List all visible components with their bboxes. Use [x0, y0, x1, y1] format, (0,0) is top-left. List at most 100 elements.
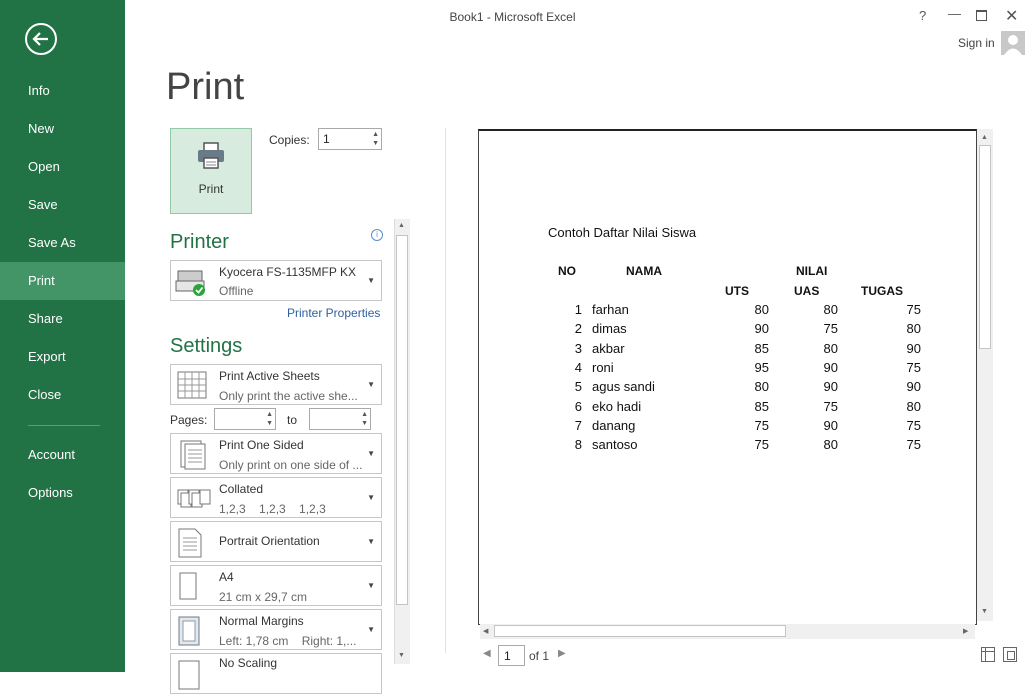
nav-item-close[interactable]: Close — [0, 376, 125, 414]
nav-item-info[interactable]: Info — [0, 72, 125, 110]
spin-up-icon[interactable]: ▲ — [361, 411, 368, 419]
copies-label: Copies: — [269, 133, 310, 147]
header-tugas: TUGAS — [861, 284, 903, 298]
cell-uts: 85 — [754, 398, 769, 414]
copies-stepper[interactable]: 1 ▲ ▼ — [318, 128, 382, 150]
cell-tugas: 80 — [906, 398, 921, 414]
scroll-left-icon[interactable]: ◀ — [483, 627, 488, 635]
show-margins-icon[interactable] — [981, 647, 995, 662]
spin-up-icon[interactable]: ▲ — [372, 131, 379, 139]
collation-main: Collated — [219, 482, 264, 496]
avatar-icon[interactable] — [1001, 31, 1025, 55]
preview-vertical-scrollbar[interactable]: ▲ ▼ — [977, 129, 993, 621]
scroll-right-icon[interactable]: ▶ — [963, 627, 968, 635]
print-what-main: Print Active Sheets — [219, 369, 320, 383]
previous-page-icon[interactable]: ◀ — [483, 648, 491, 659]
cell-no: 7 — [574, 417, 582, 433]
close-icon[interactable]: ✕ — [1005, 6, 1018, 26]
scrollbar-thumb[interactable] — [494, 625, 786, 637]
cell-nama: roni — [592, 359, 614, 375]
cell-no: 6 — [574, 398, 582, 414]
cell-tugas: 75 — [906, 302, 921, 317]
spin-down-icon[interactable]: ▼ — [266, 420, 273, 428]
cell-no: 8 — [574, 437, 582, 453]
maximize-icon[interactable] — [976, 10, 987, 21]
spin-down-icon[interactable]: ▼ — [372, 140, 379, 148]
paper-size-select[interactable]: A4 21 cm x 29,7 cm ▼ — [170, 565, 382, 606]
sheet-grid-icon — [177, 371, 207, 399]
minimize-icon[interactable]: — — [948, 6, 961, 21]
cell-uas: 80 — [823, 437, 838, 453]
copies-value: 1 — [323, 132, 330, 146]
chevron-down-icon: ▼ — [367, 493, 375, 502]
print-button[interactable]: Print — [170, 128, 252, 214]
printer-name: Kyocera FS-1135MFP KX — [219, 265, 356, 279]
nav-item-print[interactable]: Print — [0, 262, 125, 300]
header-uas: UAS — [794, 284, 820, 298]
preview-horizontal-scrollbar[interactable]: ◀ ▶ — [480, 624, 975, 639]
scaling-select[interactable]: No Scaling — [170, 653, 382, 694]
nav-item-share[interactable]: Share — [0, 300, 125, 338]
nav-item-save[interactable]: Save — [0, 186, 125, 224]
printer-select[interactable]: Kyocera FS-1135MFP KX Offline ▼ — [170, 260, 382, 301]
scroll-up-icon[interactable]: ▲ — [981, 134, 988, 141]
settings-scrollbar[interactable]: ▲ ▼ — [394, 219, 410, 664]
cell-tugas: 75 — [906, 417, 921, 433]
nav-item-options[interactable]: Options — [0, 474, 125, 512]
printer-icon — [198, 142, 224, 169]
sides-main: Print One Sided — [219, 438, 304, 452]
orientation-select[interactable]: Portrait Orientation ▼ — [170, 521, 382, 562]
sides-sub: Only print on one side of ... — [219, 458, 363, 472]
spin-down-icon[interactable]: ▼ — [361, 420, 368, 428]
paper-size-sub: 21 cm x 29,7 cm — [219, 590, 308, 604]
zoom-to-page-icon[interactable] — [1003, 647, 1017, 662]
next-page-icon[interactable]: ▶ — [558, 648, 566, 659]
cell-no: 5 — [574, 379, 582, 395]
scroll-up-icon[interactable]: ▲ — [398, 222, 405, 229]
pages-from-input[interactable]: ▲ ▼ — [214, 408, 276, 430]
nav-item-export[interactable]: Export — [0, 338, 125, 376]
pages-to-input[interactable]: ▲ ▼ — [309, 408, 371, 430]
scroll-down-icon[interactable]: ▼ — [981, 608, 988, 615]
margins-sub: Left: 1,78 cm Right: 1,... — [219, 634, 357, 648]
paper-size-main: A4 — [219, 570, 234, 584]
cell-uts: 80 — [754, 379, 769, 395]
cell-tugas: 75 — [906, 359, 921, 375]
cell-uts: 75 — [754, 417, 769, 433]
backstage-nav: Info New Open Save Save As Print Share E… — [0, 0, 125, 672]
cell-tugas: 75 — [906, 437, 921, 453]
cell-uas: 90 — [823, 359, 838, 375]
cell-uts: 85 — [754, 340, 769, 356]
sign-in-link[interactable]: Sign in — [958, 36, 995, 50]
scaling-main: No Scaling — [219, 656, 278, 670]
panel-divider — [445, 128, 446, 653]
window-title: Book1 - Microsoft Excel — [449, 10, 576, 24]
cell-tugas: 90 — [906, 379, 921, 395]
chevron-down-icon: ▼ — [367, 449, 375, 458]
sides-select[interactable]: Print One Sided Only print on one side o… — [170, 433, 382, 474]
back-arrow-icon[interactable] — [25, 23, 57, 55]
margins-select[interactable]: Normal Margins Left: 1,78 cm Right: 1,..… — [170, 609, 382, 650]
cell-no: 4 — [574, 359, 582, 375]
nav-item-save-as[interactable]: Save As — [0, 224, 125, 262]
info-icon[interactable]: i — [371, 229, 383, 241]
cell-uts: 80 — [754, 302, 769, 317]
printer-properties-link[interactable]: Printer Properties — [287, 306, 380, 320]
cell-uas: 90 — [823, 417, 838, 433]
spin-up-icon[interactable]: ▲ — [266, 411, 273, 419]
nav-item-new[interactable]: New — [0, 110, 125, 148]
print-button-label: Print — [198, 182, 224, 196]
paper-icon — [179, 572, 197, 600]
nav-item-open[interactable]: Open — [0, 148, 125, 186]
chevron-down-icon: ▼ — [367, 380, 375, 389]
scroll-down-icon[interactable]: ▼ — [398, 652, 405, 659]
print-what-select[interactable]: Print Active Sheets Only print the activ… — [170, 364, 382, 405]
nav-item-account[interactable]: Account — [0, 436, 125, 474]
scrollbar-thumb[interactable] — [979, 145, 991, 349]
collation-select[interactable]: Collated 1,2,3 1,2,3 1,2,3 ▼ — [170, 477, 382, 518]
scrollbar-thumb[interactable] — [396, 235, 408, 605]
page-number-input[interactable]: 1 — [498, 645, 525, 666]
cell-uas: 75 — [823, 321, 838, 337]
cell-uas: 80 — [823, 340, 838, 356]
help-button[interactable]: ? — [919, 8, 926, 23]
